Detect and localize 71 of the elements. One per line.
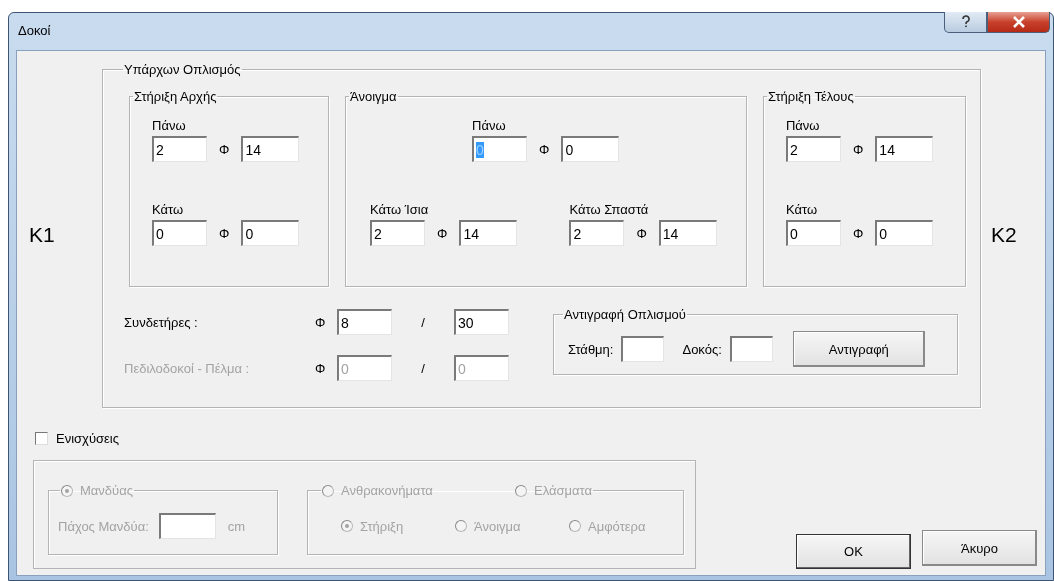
input-field[interactable]: 14 [658,220,717,246]
radio-button[interactable] [455,520,467,532]
field-label: Δοκός: [682,341,722,357]
field-label: Συνδετήρες : [124,314,199,330]
input-field[interactable]: 30 [454,309,509,335]
group-title: Άνοιγμα [350,89,397,104]
radio-label: Αμφότερα [588,518,646,534]
field-label: Πεδιλοδοκοί - Πέλμα : [124,360,251,376]
field-label: Πάνω [472,118,507,133]
input-field[interactable]: 2 [370,220,426,246]
field-label: Πάχος Μανδύα: [58,518,149,534]
ok-button[interactable]: OK [796,534,911,569]
phi-symbol: Φ [437,225,448,241]
phi-symbol: Φ [852,141,864,157]
input-field[interactable]: 8 [337,309,392,335]
radio-button[interactable] [515,484,527,497]
radio-button[interactable] [341,520,353,532]
input-field[interactable]: 0 [875,220,934,246]
input-field[interactable]: 0 [241,220,300,246]
copy-button[interactable]: Αντιγραφή [792,331,925,367]
radio-button[interactable] [569,520,581,532]
help-icon [960,15,971,29]
phi-symbol: Φ [219,225,230,241]
group-title: Αντιγραφή Οπλισμού [564,307,686,322]
phi-symbol: Φ [219,141,230,157]
phi-symbol: Φ [852,225,864,241]
node-label: K1 [29,223,55,247]
radio-button[interactable] [61,484,73,497]
input-field[interactable]: 2 [785,136,841,162]
radio-button[interactable] [322,484,334,497]
input-field[interactable]: 14 [241,136,300,162]
input-field[interactable]: 0 [785,220,841,246]
group-title: Στήριξη Αρχής [134,89,217,104]
field-label: Στάθμη: [568,341,614,357]
phi-symbol: Φ [636,225,647,241]
input-field[interactable]: 2 [152,136,207,162]
input-field[interactable]: 0 [561,136,620,162]
field-label: Κάτω Σπαστά [569,202,650,217]
input-field[interactable] [158,513,216,539]
group-title: Στήριξη Τέλους [767,89,854,104]
radio-label: Στήριξη [360,518,404,534]
checkbox[interactable] [35,432,48,445]
help-button[interactable] [944,12,987,33]
input-field[interactable]: 0 [152,220,207,246]
input-field[interactable]: 14 [459,220,518,246]
close-button[interactable] [987,12,1050,33]
phi-symbol: Φ [315,314,327,330]
phi-symbol: Φ [539,141,550,157]
radio-label: Ανθρακονήματα [341,483,433,498]
unit-label: cm [227,518,246,534]
close-icon [1011,16,1026,28]
field-label: Πάνω [152,118,187,133]
checkbox-label: Ενισχύσεις [56,431,119,446]
input-field[interactable]: 2 [569,220,625,246]
cancel-button[interactable]: Άκυρο [922,530,1037,566]
window-title: Δοκοί [18,23,51,38]
phi-symbol: Φ [315,360,327,376]
slash-symbol: / [420,360,426,376]
group-title: Υπάρχων Οπλισμός [124,62,241,77]
field-label: Πάνω [785,118,821,133]
input-field[interactable]: 14 [875,136,934,162]
radio-label: Ελάσματα [534,483,592,498]
radio-label: Μανδύας [80,483,133,498]
field-label: Κάτω [152,202,185,217]
input-field[interactable] [621,336,665,362]
input-field[interactable] [729,336,773,362]
radio-label: Άνοιγμα [474,518,521,534]
slash-symbol: / [420,314,426,330]
field-label: Κάτω Ίσια [370,202,430,217]
node-label: K2 [991,223,1017,247]
field-label: Κάτω [785,202,819,217]
